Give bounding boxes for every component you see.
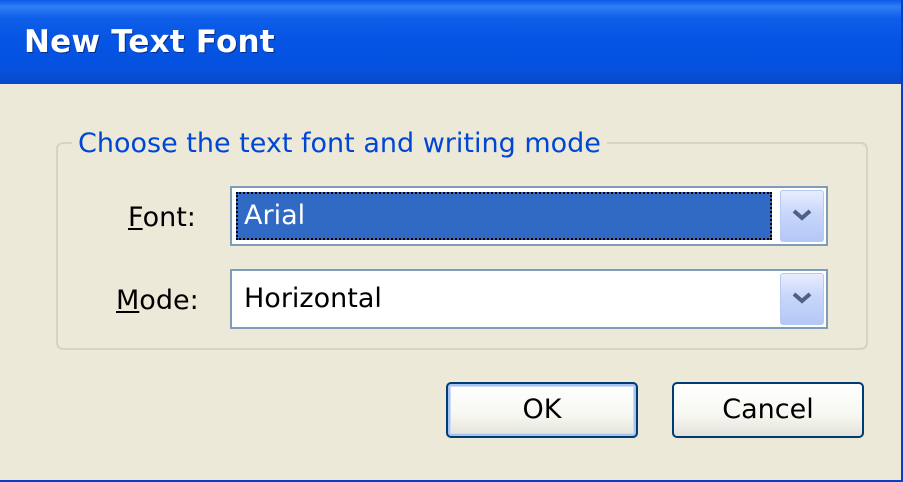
new-text-font-dialog: New Text Font Choose the text font and w… — [0, 0, 903, 482]
cancel-button[interactable]: Cancel — [672, 382, 864, 438]
dialog-title: New Text Font — [24, 24, 275, 60]
font-label-rest: ont: — [142, 202, 196, 233]
mode-dropdown-value: Horizontal — [244, 283, 382, 314]
groupbox-legend: Choose the text font and writing mode — [72, 126, 607, 162]
mode-label: Mode: — [116, 284, 199, 318]
mode-label-mnemonic: M — [116, 285, 140, 316]
font-label: Font: — [128, 201, 196, 235]
ok-button[interactable]: OK — [446, 382, 638, 438]
font-dropdown[interactable]: Arial — [230, 186, 828, 246]
mode-dropdown-button[interactable] — [780, 273, 824, 325]
mode-dropdown[interactable]: Horizontal — [230, 269, 828, 329]
chevron-down-icon — [792, 292, 812, 304]
font-dropdown-value: Arial — [236, 192, 772, 240]
mode-label-rest: ode: — [139, 285, 199, 316]
chevron-down-icon — [792, 209, 812, 221]
title-bar[interactable]: New Text Font — [0, 0, 901, 84]
font-dropdown-button[interactable] — [780, 190, 824, 242]
font-label-mnemonic: F — [128, 202, 143, 233]
